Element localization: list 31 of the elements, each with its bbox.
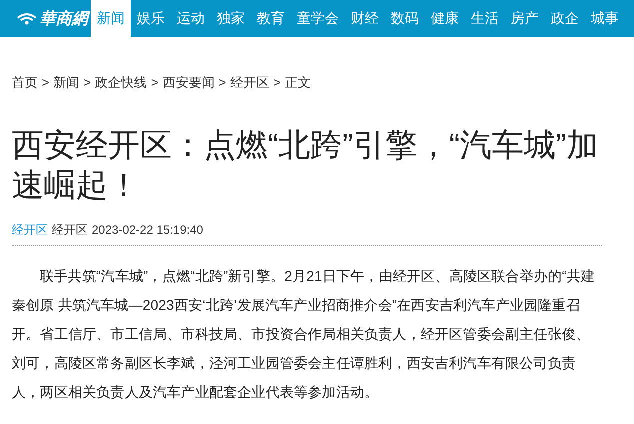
source-link[interactable]: 经开区	[12, 221, 48, 239]
breadcrumb-link[interactable]: 正文	[284, 73, 311, 93]
breadcrumb-link[interactable]: 经开区	[230, 73, 270, 93]
nav-tab[interactable]: 政企	[545, 0, 585, 37]
breadcrumb-link[interactable]: 新闻	[54, 73, 80, 93]
wifi-logo-icon	[16, 12, 38, 24]
article-title: 西安经开区：点燃“北跨”引擎，“汽车城”加速崛起！	[12, 126, 600, 205]
breadcrumb-link[interactable]: 首页	[12, 73, 38, 93]
nav-tab[interactable]: 健康	[425, 0, 465, 37]
site-logo[interactable]: 華商網	[40, 10, 88, 26]
article-paragraph: 联手共筑“汽车城”，点燃“北跨”新引擎。2月21日下午，由经开区、高陵区联合举办的“共建秦创原 共筑汽车城—2023西安‘北跨’发展汽车产业招商推介会”在西安吉利汽车产业园隆重召开。省工信厅、市工信局、市科技局、市投资合作局相关负责人，经开区管委会副主任张俊、刘可，高陵区常务副区长李斌，泾河工业园管委会主任谭胜利，西安吉利汽车有限公司负责人，两区相关负责人及汽车产业配套企业代表等参加活动。	[12, 267, 596, 402]
nav-tab[interactable]: 教育	[251, 0, 291, 37]
nav-tab[interactable]: 运动	[171, 0, 211, 37]
nav-tab[interactable]: 独家	[211, 0, 251, 37]
breadcrumb-link[interactable]: 政企快线	[95, 73, 148, 93]
nav-tab[interactable]: 城事	[585, 0, 625, 37]
breadcrumb-link[interactable]: 西安要闻	[162, 73, 215, 93]
nav-tab[interactable]: 财经	[345, 0, 385, 37]
nav-tab[interactable]: 娱乐	[131, 0, 171, 37]
nav-tab[interactable]: 童学会	[291, 0, 345, 37]
nav-tab[interactable]: 数码	[385, 0, 425, 37]
breadcrumb-separator: >	[42, 74, 50, 92]
publish-date: 2023-02-22 15:19:40	[92, 222, 204, 239]
breadcrumb-separator: >	[273, 74, 281, 92]
nav-tab[interactable]: 房产	[505, 0, 545, 37]
breadcrumb-separator: >	[151, 74, 159, 92]
nav-tab[interactable]: 新闻	[91, 0, 131, 37]
author-label: 经开区	[52, 222, 88, 239]
breadcrumb-separator: >	[84, 74, 92, 92]
breadcrumb-separator: >	[218, 74, 226, 92]
nav-tab[interactable]: 生活	[465, 0, 505, 37]
